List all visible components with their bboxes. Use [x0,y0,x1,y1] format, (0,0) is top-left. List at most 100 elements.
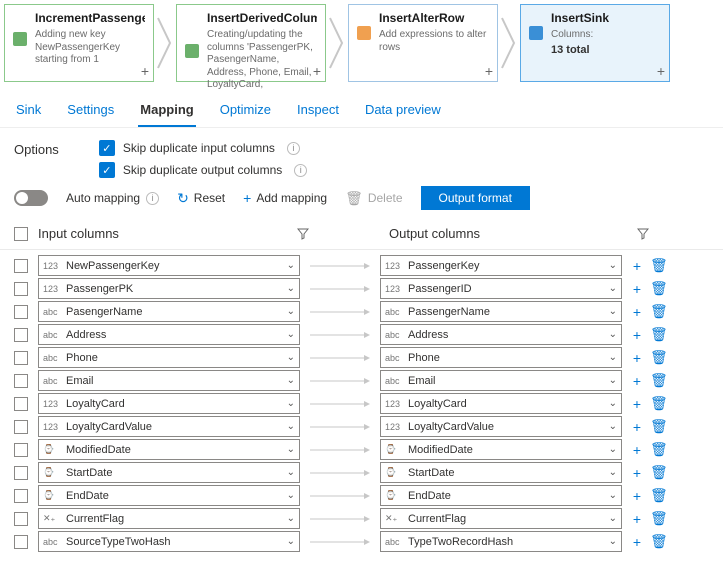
info-icon[interactable]: i [146,192,159,205]
row-checkbox[interactable] [14,466,28,480]
input-column-select[interactable]: ⌚ StartDate ⌄ [38,462,300,483]
input-column-select[interactable]: abc Email ⌄ [38,370,300,391]
row-checkbox[interactable] [14,397,28,411]
add-after-icon[interactable]: + [141,63,149,79]
delete-row-icon[interactable]: 🗑 [650,533,664,550]
delete-row-icon[interactable]: 🗑 [650,464,664,481]
skip-dup-input-checkbox[interactable]: ✓ [99,140,115,156]
add-after-icon[interactable]: + [313,63,321,79]
add-row-icon[interactable]: + [630,350,644,366]
output-column-select[interactable]: 123 PassengerID ⌄ [380,278,622,299]
output-column-select[interactable]: ⌚ ModifiedDate ⌄ [380,439,622,460]
tab-data-preview[interactable]: Data preview [363,96,443,127]
flow-node-InsertSink[interactable]: InsertSink Columns: 13 total + [520,4,670,82]
tab-optimize[interactable]: Optimize [218,96,273,127]
add-after-icon[interactable]: + [485,63,493,79]
mapping-arrow-icon [300,284,380,294]
input-column-select[interactable]: abc SourceTypeTwoHash ⌄ [38,531,300,552]
add-mapping-button[interactable]: + Add mapping [243,190,327,206]
output-column-select[interactable]: abc TypeTwoRecordHash ⌄ [380,531,622,552]
add-row-icon[interactable]: + [630,373,644,389]
add-row-icon[interactable]: + [630,488,644,504]
output-column-select[interactable]: 123 PassengerKey ⌄ [380,255,622,276]
delete-row-icon[interactable]: 🗑 [650,441,664,458]
row-checkbox[interactable] [14,259,28,273]
input-column-select[interactable]: abc PasengerName ⌄ [38,301,300,322]
add-mapping-label: Add mapping [256,191,327,205]
chevron-down-icon: ⌄ [287,444,295,455]
flow-node-IncrementPassengerKey[interactable]: IncrementPassengerKey Adding new key New… [4,4,154,82]
filter-icon[interactable] [297,228,309,240]
input-column-select[interactable]: abc Phone ⌄ [38,347,300,368]
add-after-icon[interactable]: + [657,63,665,79]
input-column-name: ModifiedDate [66,444,131,456]
add-row-icon[interactable]: + [630,304,644,320]
output-column-select[interactable]: 123 LoyaltyCardValue ⌄ [380,416,622,437]
add-row-icon[interactable]: + [630,534,644,550]
input-column-select[interactable]: abc Address ⌄ [38,324,300,345]
input-column-select[interactable]: 123 LoyaltyCardValue ⌄ [38,416,300,437]
info-icon[interactable]: i [287,142,300,155]
input-columns-header: Input columns [38,226,119,241]
info-icon[interactable]: i [294,164,307,177]
add-row-icon[interactable]: + [630,396,644,412]
input-column-select[interactable]: ✕₊ CurrentFlag ⌄ [38,508,300,529]
output-column-select[interactable]: 123 LoyaltyCard ⌄ [380,393,622,414]
row-checkbox[interactable] [14,420,28,434]
select-all-input-checkbox[interactable] [14,227,28,241]
delete-row-icon[interactable]: 🗑 [650,418,664,435]
add-row-icon[interactable]: + [630,442,644,458]
chevron-down-icon: ⌄ [609,283,617,294]
tab-settings[interactable]: Settings [65,96,116,127]
add-row-icon[interactable]: + [630,327,644,343]
output-column-select[interactable]: ✕₊ CurrentFlag ⌄ [380,508,622,529]
delete-row-icon[interactable]: 🗑 [650,349,664,366]
delete-button[interactable]: 🗑 Delete [345,190,402,207]
output-column-select[interactable]: abc Email ⌄ [380,370,622,391]
row-checkbox[interactable] [14,351,28,365]
flow-node-InsertAlterRow[interactable]: InsertAlterRow Add expressions to alter … [348,4,498,82]
auto-mapping-toggle[interactable] [14,190,48,206]
row-checkbox[interactable] [14,282,28,296]
add-row-icon[interactable]: + [630,511,644,527]
input-column-select[interactable]: 123 LoyaltyCard ⌄ [38,393,300,414]
tab-sink[interactable]: Sink [14,96,43,127]
row-checkbox[interactable] [14,374,28,388]
row-checkbox[interactable] [14,512,28,526]
output-format-button[interactable]: Output format [421,186,530,210]
input-column-select[interactable]: ⌚ EndDate ⌄ [38,485,300,506]
flow-node-InsertDerivedColumn[interactable]: InsertDerivedColumn Creating/updating th… [176,4,326,82]
input-column-select[interactable]: ⌚ ModifiedDate ⌄ [38,439,300,460]
delete-row-icon[interactable]: 🗑 [650,326,664,343]
output-column-select[interactable]: abc PassengerName ⌄ [380,301,622,322]
skip-dup-output-checkbox[interactable]: ✓ [99,162,115,178]
filter-icon[interactable] [637,228,649,240]
row-checkbox[interactable] [14,489,28,503]
delete-row-icon[interactable]: 🗑 [650,372,664,389]
output-column-name: PassengerID [408,283,472,295]
delete-row-icon[interactable]: 🗑 [650,280,664,297]
input-column-name: SourceTypeTwoHash [66,536,171,548]
delete-row-icon[interactable]: 🗑 [650,395,664,412]
add-row-icon[interactable]: + [630,281,644,297]
reset-button[interactable]: ↻ Reset [177,190,225,207]
delete-row-icon[interactable]: 🗑 [650,303,664,320]
output-column-select[interactable]: abc Address ⌄ [380,324,622,345]
tab-mapping[interactable]: Mapping [138,96,195,127]
row-checkbox[interactable] [14,328,28,342]
output-column-select[interactable]: ⌚ EndDate ⌄ [380,485,622,506]
output-column-select[interactable]: abc Phone ⌄ [380,347,622,368]
input-column-select[interactable]: 123 NewPassengerKey ⌄ [38,255,300,276]
delete-row-icon[interactable]: 🗑 [650,257,664,274]
add-row-icon[interactable]: + [630,258,644,274]
row-checkbox[interactable] [14,305,28,319]
output-column-select[interactable]: ⌚ StartDate ⌄ [380,462,622,483]
row-checkbox[interactable] [14,443,28,457]
input-column-select[interactable]: 123 PassengerPK ⌄ [38,278,300,299]
delete-row-icon[interactable]: 🗑 [650,487,664,504]
delete-row-icon[interactable]: 🗑 [650,510,664,527]
tab-inspect[interactable]: Inspect [295,96,341,127]
row-checkbox[interactable] [14,535,28,549]
add-row-icon[interactable]: + [630,465,644,481]
add-row-icon[interactable]: + [630,419,644,435]
